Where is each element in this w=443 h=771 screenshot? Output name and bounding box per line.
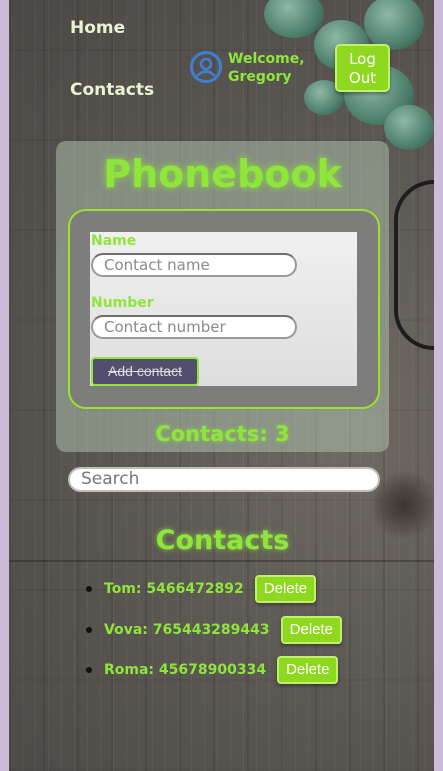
nav-contacts-link[interactable]: Contacts	[70, 80, 154, 100]
contacts-heading: Contacts	[155, 525, 290, 556]
user-name: Gregory	[228, 69, 292, 85]
contact-name-input[interactable]: Contact name	[91, 253, 297, 277]
logout-label-line1: Log	[349, 50, 376, 68]
bullet-icon	[86, 586, 92, 592]
search-input[interactable]: Search	[68, 467, 380, 492]
delete-button[interactable]: Delete	[254, 575, 317, 603]
contacts-count: Contacts: 3	[155, 422, 290, 446]
bullet-icon	[86, 627, 92, 633]
list-item: Roma: 45678900334 Delete	[86, 656, 339, 684]
nav-home-link[interactable]: Home	[70, 18, 125, 38]
logout-button[interactable]: Log Out	[335, 44, 390, 92]
welcome-message: Welcome, Gregory	[228, 50, 305, 86]
delete-button[interactable]: Delete	[280, 616, 342, 644]
contact-number-input[interactable]: Contact number	[91, 315, 297, 339]
page-title: Phonebook	[103, 152, 342, 196]
logout-label-line2: Out	[348, 69, 377, 87]
list-item: Tom: 5466472892 Delete	[86, 575, 317, 603]
contact-entry: Tom: 5466472892	[104, 581, 244, 597]
bullet-icon	[86, 667, 92, 673]
contact-entry: Roma: 45678900334	[104, 662, 267, 678]
welcome-text: Welcome,	[228, 51, 305, 67]
add-contact-button[interactable]: Add contact	[91, 357, 199, 386]
name-label: Name	[91, 233, 137, 249]
delete-button[interactable]: Delete	[277, 656, 339, 684]
contact-entry: Vova: 765443289443	[104, 622, 270, 638]
number-label: Number	[91, 295, 154, 311]
user-circle-icon	[190, 51, 222, 83]
list-item: Vova: 765443289443 Delete	[86, 616, 342, 644]
